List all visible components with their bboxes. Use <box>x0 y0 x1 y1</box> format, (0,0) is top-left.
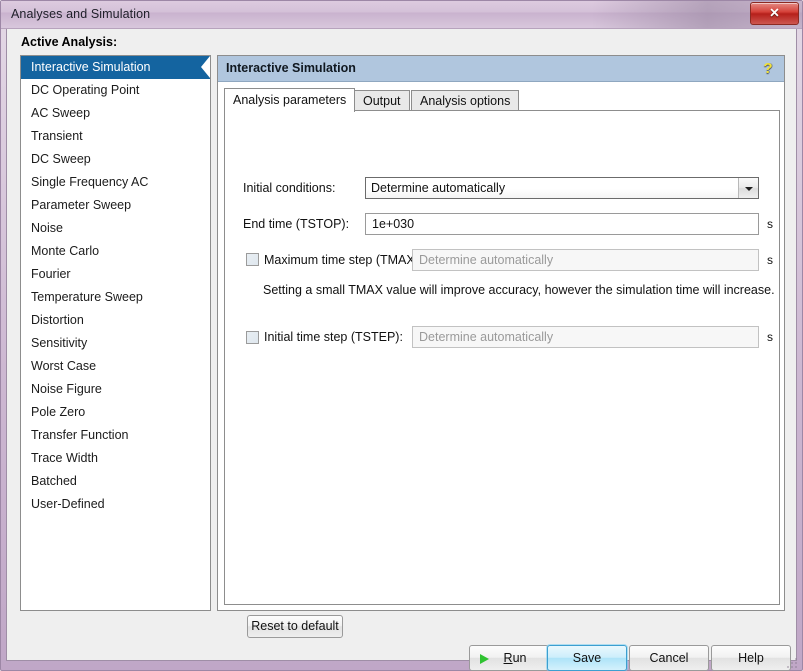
list-item[interactable]: DC Sweep <box>21 148 210 171</box>
list-item[interactable]: Noise <box>21 217 210 240</box>
dialog-client-area: Active Analysis: Interactive Simulation … <box>6 29 797 671</box>
tmax-hint-text: Setting a small TMAX value will improve … <box>263 283 775 297</box>
initial-time-step-label: Initial time step (TSTEP): <box>264 330 403 344</box>
close-button[interactable]: ✕ <box>750 2 799 25</box>
initial-time-step-checkbox[interactable] <box>246 331 259 344</box>
list-item[interactable]: Batched <box>21 470 210 493</box>
list-item[interactable]: Temperature Sweep <box>21 286 210 309</box>
list-item[interactable]: Worst Case <box>21 355 210 378</box>
title-bar[interactable]: Analyses and Simulation ✕ <box>1 1 802 29</box>
list-item[interactable]: Parameter Sweep <box>21 194 210 217</box>
tab-output[interactable]: Output <box>354 90 410 111</box>
panel-header: Interactive Simulation ? <box>218 56 784 82</box>
list-item[interactable]: Transient <box>21 125 210 148</box>
list-item[interactable]: Monte Carlo <box>21 240 210 263</box>
list-item[interactable]: Interactive Simulation <box>21 56 210 79</box>
list-item[interactable]: Fourier <box>21 263 210 286</box>
end-time-unit: s <box>767 217 773 231</box>
list-item[interactable]: AC Sweep <box>21 102 210 125</box>
max-time-step-checkbox[interactable] <box>246 253 259 266</box>
max-time-step-placeholder: Determine automatically <box>419 253 554 267</box>
initial-conditions-select[interactable]: Determine automatically <box>365 177 759 199</box>
dialog-footer: Run Save Cancel Help <box>7 615 796 671</box>
list-item[interactable]: Trace Width <box>21 447 210 470</box>
run-button-label: Run <box>470 646 550 670</box>
list-item[interactable]: Single Frequency AC <box>21 171 210 194</box>
list-item[interactable]: Transfer Function <box>21 424 210 447</box>
cancel-button[interactable]: Cancel <box>629 645 709 671</box>
analysis-list[interactable]: Interactive Simulation DC Operating Poin… <box>20 55 211 611</box>
panel-title: Interactive Simulation <box>226 61 356 75</box>
initial-time-step-unit: s <box>767 330 773 344</box>
list-item[interactable]: Sensitivity <box>21 332 210 355</box>
save-button[interactable]: Save <box>547 645 627 671</box>
resize-grip[interactable] <box>787 656 799 668</box>
max-time-step-input[interactable]: Determine automatically <box>412 249 759 271</box>
max-time-step-unit: s <box>767 253 773 267</box>
run-button[interactable]: Run <box>469 645 549 671</box>
analysis-settings-panel: Interactive Simulation ? Analysis parame… <box>217 55 785 638</box>
run-rest-letters: un <box>512 651 527 665</box>
initial-conditions-label: Initial conditions: <box>243 181 336 195</box>
initial-conditions-value: Determine automatically <box>371 181 506 195</box>
end-time-input[interactable]: 1e+030 <box>365 213 759 235</box>
list-item[interactable]: Distortion <box>21 309 210 332</box>
initial-time-step-placeholder: Determine automatically <box>419 330 554 344</box>
active-analysis-heading: Active Analysis: <box>21 35 118 49</box>
close-icon: ✕ <box>769 6 780 20</box>
max-time-step-label: Maximum time step (TMAX): <box>264 253 423 267</box>
help-button[interactable]: Help <box>711 645 791 671</box>
tab-analysis-parameters[interactable]: Analysis parameters <box>224 88 356 112</box>
initial-time-step-input[interactable]: Determine automatically <box>412 326 759 348</box>
end-time-label: End time (TSTOP): <box>243 217 350 231</box>
list-item[interactable]: DC Operating Point <box>21 79 210 102</box>
chevron-down-icon[interactable] <box>738 178 758 198</box>
run-accel-letter: R <box>503 651 513 665</box>
tab-strip: Analysis parameters Output Analysis opti… <box>224 88 780 112</box>
window-title: Analyses and Simulation <box>11 7 151 21</box>
list-item[interactable]: Pole Zero <box>21 401 210 424</box>
list-item[interactable]: Noise Figure <box>21 378 210 401</box>
help-question-icon[interactable]: ? <box>758 58 778 79</box>
dialog-window: Analyses and Simulation ✕ Active Analysi… <box>0 0 803 671</box>
analysis-parameters-pane: Initial conditions: Determine automatica… <box>224 111 780 638</box>
end-time-value: 1e+030 <box>372 217 415 231</box>
list-item[interactable]: User-Defined <box>21 493 210 516</box>
tab-analysis-options[interactable]: Analysis options <box>411 90 520 111</box>
